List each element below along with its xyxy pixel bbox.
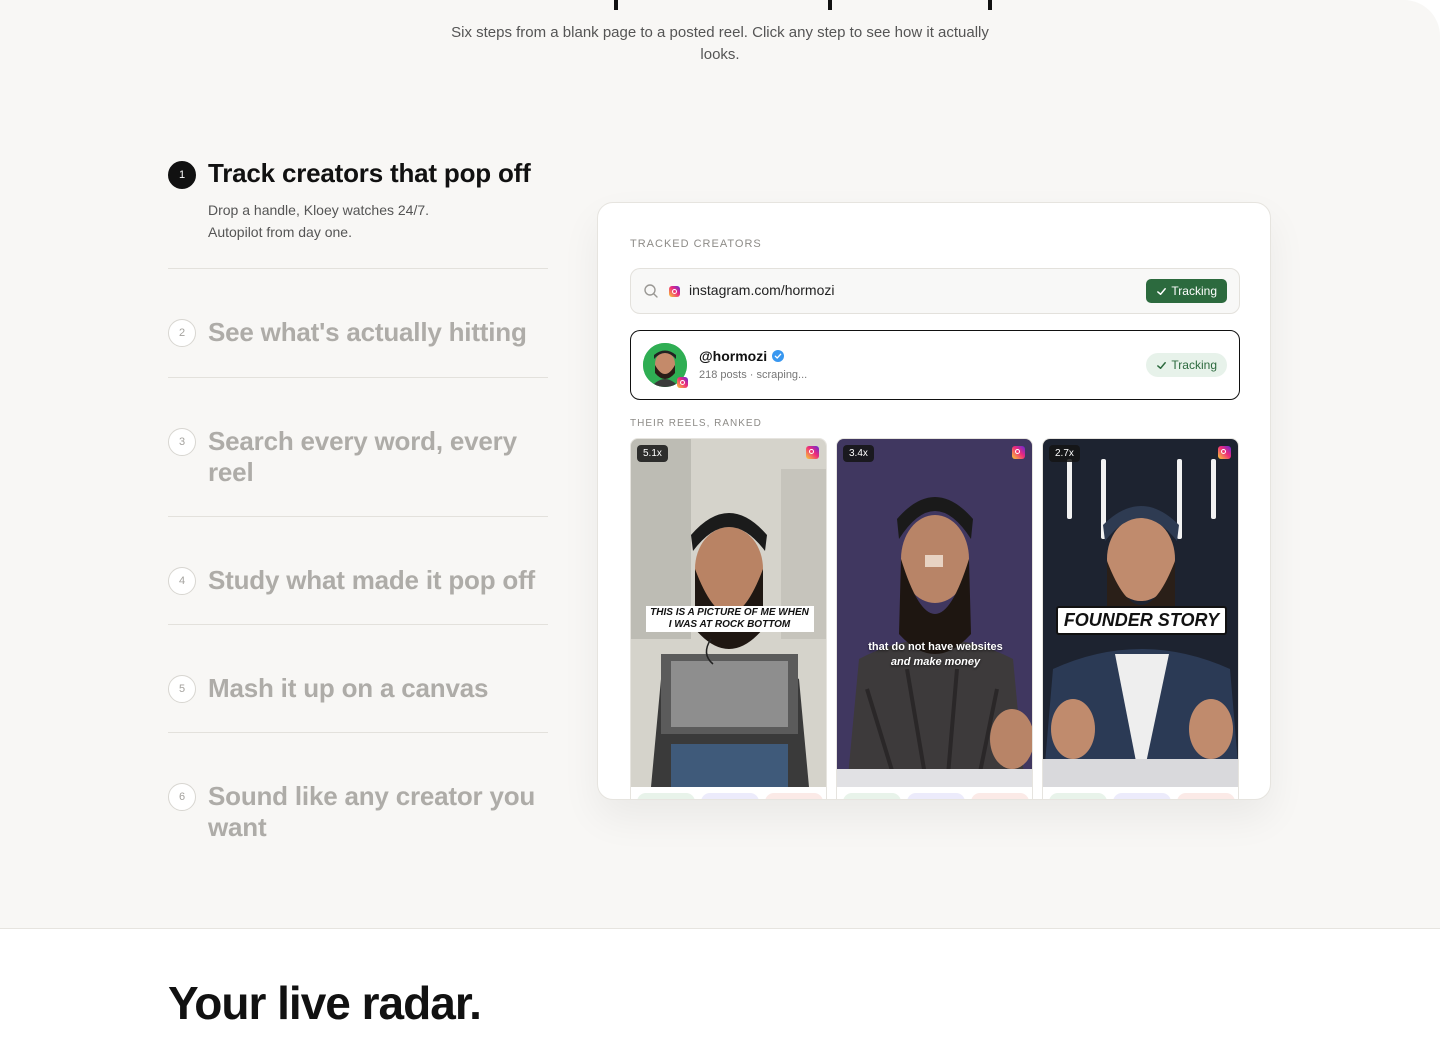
multiplier-badge: 2.7x: [1049, 445, 1080, 462]
step-2[interactable]: 2 See what's actually hitting: [168, 269, 548, 378]
step-title: See what's actually hitting: [208, 317, 527, 347]
stat-chip: [907, 793, 965, 799]
stat-chip: [1049, 793, 1107, 799]
steps-section: Six steps from a blank page to a posted …: [0, 0, 1440, 929]
tracking-badge-label: Tracking: [1171, 284, 1217, 298]
verified-icon: [772, 350, 784, 362]
step-title: Mash it up on a canvas: [208, 673, 489, 703]
step-1[interactable]: 1 Track creators that pop off Drop a han…: [168, 152, 548, 269]
stat-chip: [765, 793, 823, 799]
instagram-icon: [1012, 446, 1025, 459]
steps-list: 1 Track creators that pop off Drop a han…: [168, 152, 548, 853]
step-4[interactable]: 4 Study what made it pop off: [168, 517, 548, 625]
step-title: Search every word, every reel: [208, 426, 517, 487]
reels-label: THEIR REELS, RANKED: [630, 418, 762, 429]
step-number: 3: [168, 428, 196, 456]
step-title: Study what made it pop off: [208, 565, 536, 595]
step-number: 1: [168, 161, 196, 189]
reel-card[interactable]: that do not have websites and make money…: [836, 438, 1033, 799]
heading-remnant: [988, 0, 992, 10]
reel-stats: [843, 793, 1029, 799]
section-title: Your live radar.: [168, 977, 482, 1029]
tracking-badge-label: Tracking: [1171, 358, 1217, 372]
search-value: instagram.com/hormozi: [689, 282, 835, 298]
step-desc-line: Autopilot from day one.: [208, 224, 352, 240]
reel-caption-text: FOUNDER STORY: [1055, 606, 1228, 635]
instagram-icon: [1218, 446, 1231, 459]
tracking-badge: Tracking: [1146, 353, 1227, 377]
instagram-icon: [677, 377, 688, 388]
reel-caption: that do not have websites and make money: [837, 640, 1032, 670]
tracking-badge: Tracking: [1146, 279, 1227, 303]
step-number: 5: [168, 675, 196, 703]
tracked-creators-card: TRACKED CREATORS instagram.com/hormozi T…: [597, 202, 1271, 800]
reel-stats: [637, 793, 823, 799]
creator-handle: @hormozi: [699, 348, 768, 364]
step-number: 6: [168, 783, 196, 811]
creator-card[interactable]: @hormozi 218 posts · scraping... Trackin…: [630, 330, 1240, 400]
creator-url-input[interactable]: instagram.com/hormozi Tracking: [630, 268, 1240, 314]
reel-caption-line: that do not have websites: [868, 641, 1003, 653]
reel-caption: THIS IS A PICTURE OF ME WHEN I WAS AT RO…: [631, 606, 826, 632]
heading-remnant: [614, 0, 618, 10]
step-number: 2: [168, 319, 196, 347]
step-title: Track creators that pop off: [208, 158, 531, 188]
card-label: TRACKED CREATORS: [630, 238, 762, 250]
stat-chip: [971, 793, 1029, 799]
multiplier-badge: 3.4x: [843, 445, 874, 462]
step-6[interactable]: 6 Sound like any creator you want: [168, 733, 548, 853]
step-description: Drop a handle, Kloey watches 24/7. Autop…: [208, 199, 548, 243]
step-desc-line: Drop a handle, Kloey watches 24/7.: [208, 202, 430, 218]
reel-thumbnail: [837, 439, 1032, 787]
heading-remnant: [828, 0, 832, 10]
step-3[interactable]: 3 Search every word, every reel: [168, 378, 548, 517]
check-icon: [1157, 287, 1167, 295]
reel-caption-line: and make money: [890, 656, 981, 668]
step-5[interactable]: 5 Mash it up on a canvas: [168, 625, 548, 733]
stat-chip: [701, 793, 759, 799]
search-icon: [644, 284, 658, 298]
step-number: 4: [168, 567, 196, 595]
reel-stats: [1049, 793, 1235, 799]
reel-caption: FOUNDER STORY: [1043, 606, 1238, 635]
multiplier-badge: 5.1x: [637, 445, 668, 462]
creator-meta: 218 posts · scraping...: [699, 369, 808, 381]
instagram-icon: [806, 446, 819, 459]
stat-chip: [1113, 793, 1171, 799]
instagram-icon: [669, 286, 680, 297]
step-title: Sound like any creator you want: [208, 781, 536, 842]
stat-chip: [637, 793, 695, 799]
stat-chip: [843, 793, 901, 799]
section-subtitle: Six steps from a blank page to a posted …: [451, 24, 989, 63]
stat-chip: [1177, 793, 1235, 799]
reel-card[interactable]: FOUNDER STORY 2.7x: [1042, 438, 1239, 799]
reel-caption-text: THIS IS A PICTURE OF ME WHEN I WAS AT RO…: [645, 606, 814, 632]
reel-card[interactable]: THIS IS A PICTURE OF ME WHEN I WAS AT RO…: [630, 438, 827, 799]
check-icon: [1157, 361, 1167, 369]
